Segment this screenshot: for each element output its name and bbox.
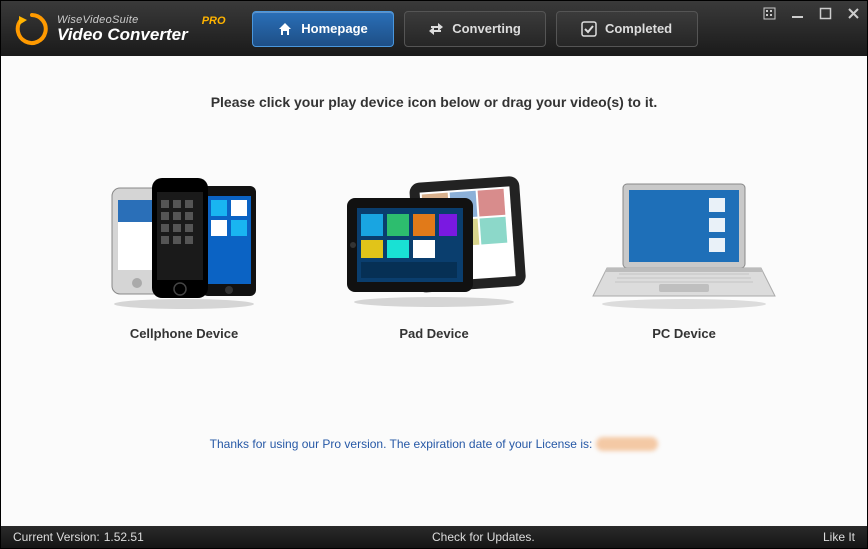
check-icon (581, 21, 597, 37)
version-label: Current Version: (13, 530, 100, 544)
instruction-text: Please click your play device icon below… (211, 94, 658, 110)
tab-homepage[interactable]: Homepage (252, 11, 394, 47)
device-pad-label: Pad Device (399, 326, 468, 341)
pc-icon (589, 170, 779, 310)
tab-homepage-label: Homepage (301, 21, 367, 36)
convert-icon (428, 21, 444, 37)
main-content: Please click your play device icon below… (1, 56, 867, 526)
window-controls (761, 5, 861, 21)
tab-completed-label: Completed (605, 21, 672, 36)
version-value: 1.52.51 (104, 530, 144, 544)
device-pc[interactable]: PC Device (589, 170, 779, 341)
like-it-link[interactable]: Like It (823, 530, 855, 544)
pad-icon (339, 170, 529, 310)
minimize-button[interactable] (789, 5, 805, 21)
title-bar: WiseVideoSuite Video Converter PRO Homep… (1, 1, 867, 56)
app-logo-block: WiseVideoSuite Video Converter PRO (15, 12, 226, 46)
close-button[interactable] (845, 5, 861, 21)
pro-badge: PRO (202, 15, 226, 27)
tab-converting[interactable]: Converting (404, 11, 546, 47)
device-cellphone[interactable]: Cellphone Device (89, 170, 279, 341)
tab-converting-label: Converting (452, 21, 521, 36)
device-pc-label: PC Device (652, 326, 716, 341)
home-icon (277, 21, 293, 37)
license-text: Thanks for using our Pro version. The ex… (210, 437, 659, 451)
maximize-button[interactable] (817, 5, 833, 21)
cellphone-icon (89, 170, 279, 310)
app-title: Video Converter (57, 26, 188, 43)
version-info: Current Version: 1.52.51 (13, 530, 144, 544)
check-updates-link[interactable]: Check for Updates. (432, 530, 535, 544)
device-pad[interactable]: Pad Device (339, 170, 529, 341)
license-prefix: Thanks for using our Pro version. The ex… (210, 437, 593, 451)
license-date-redacted (596, 437, 658, 451)
status-bar: Current Version: 1.52.51 Check for Updat… (1, 526, 867, 548)
device-list: Cellphone Device (89, 170, 779, 341)
app-suite-name: WiseVideoSuite (57, 15, 188, 26)
device-cellphone-label: Cellphone Device (130, 326, 238, 341)
settings-icon[interactable] (761, 5, 777, 21)
nav-tabs: Homepage Converting Completed (252, 11, 698, 47)
app-logo-icon (15, 12, 49, 46)
app-title-text: WiseVideoSuite Video Converter (57, 15, 188, 43)
tab-completed[interactable]: Completed (556, 11, 698, 47)
